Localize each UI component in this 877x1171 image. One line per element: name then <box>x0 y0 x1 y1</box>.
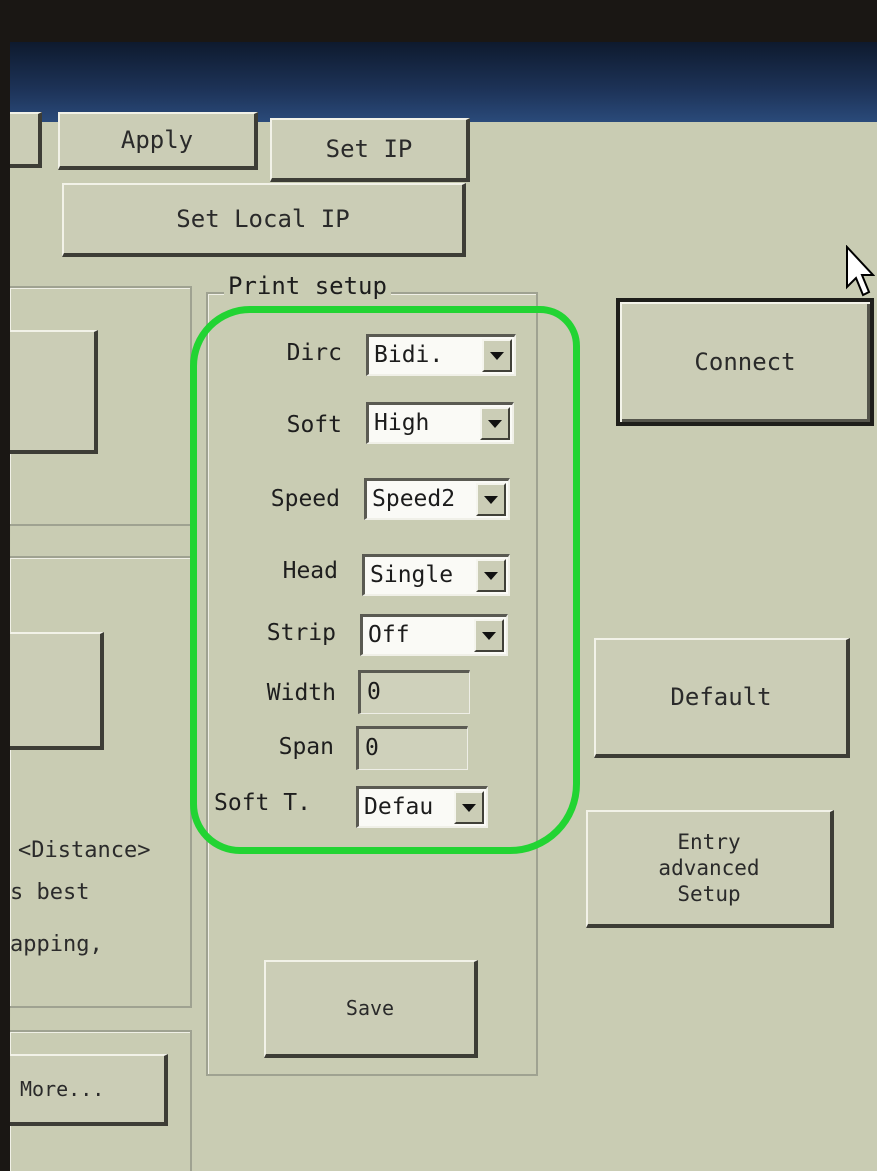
best-label: s best <box>10 880 90 905</box>
width-value: 0 <box>367 679 381 705</box>
span-value: 0 <box>365 735 379 761</box>
set-ip-button[interactable]: Set IP <box>270 118 470 182</box>
soft-value: High <box>374 410 430 436</box>
entry-line-2: advanced <box>658 856 760 880</box>
span-input[interactable]: 0 <box>356 726 468 770</box>
dirc-select[interactable]: Bidi. <box>366 334 516 376</box>
dirc-label: Dirc <box>286 340 342 366</box>
print-setup-title: Print setup <box>224 272 391 300</box>
speed-label: Speed <box>270 486 340 512</box>
mouse-pointer-icon <box>846 245 875 297</box>
speed-select[interactable]: Speed2 <box>364 478 510 520</box>
entry-line-1: Entry <box>677 830 741 854</box>
head-select[interactable]: Single <box>362 554 510 596</box>
soft-label: Soft <box>286 412 342 438</box>
chevron-down-icon[interactable] <box>476 559 506 592</box>
more-button[interactable]: More... <box>10 1054 168 1126</box>
chevron-down-icon[interactable] <box>454 791 484 824</box>
left-button-top[interactable] <box>10 330 98 454</box>
apply-button[interactable]: Apply <box>58 112 258 170</box>
speed-value: Speed2 <box>372 486 456 512</box>
head-label: Head <box>282 558 338 584</box>
chevron-down-icon[interactable] <box>474 619 504 652</box>
apping-label: apping, <box>10 932 103 957</box>
chevron-down-icon[interactable] <box>480 407 510 440</box>
left-button-middle[interactable] <box>10 632 104 750</box>
default-button[interactable]: Default <box>594 638 850 758</box>
partial-button-left[interactable] <box>10 112 42 168</box>
chevron-down-icon[interactable] <box>476 483 506 516</box>
strip-select[interactable]: Off <box>360 614 508 656</box>
strip-label: Strip <box>266 620 336 646</box>
width-label: Width <box>266 680 336 706</box>
distance-label: <Distance> <box>18 838 151 863</box>
head-value: Single <box>370 562 454 588</box>
strip-value: Off <box>368 622 410 648</box>
soft-t-select[interactable]: Defau <box>356 786 488 828</box>
dirc-value: Bidi. <box>374 342 444 368</box>
width-input[interactable]: 0 <box>358 670 470 714</box>
set-local-ip-button[interactable]: Set Local IP <box>62 183 466 257</box>
window-titlebar <box>10 42 877 122</box>
soft-t-label: Soft T. <box>214 790 311 816</box>
save-button[interactable]: Save <box>264 960 478 1058</box>
entry-advanced-setup-button[interactable]: Entry advanced Setup <box>586 810 834 928</box>
span-label: Span <box>278 734 334 760</box>
soft-select[interactable]: High <box>366 402 514 444</box>
entry-line-3: Setup <box>677 882 741 906</box>
chevron-down-icon[interactable] <box>482 339 512 372</box>
connect-button[interactable]: Connect <box>616 298 874 426</box>
soft-t-value: Defau <box>364 794 434 820</box>
